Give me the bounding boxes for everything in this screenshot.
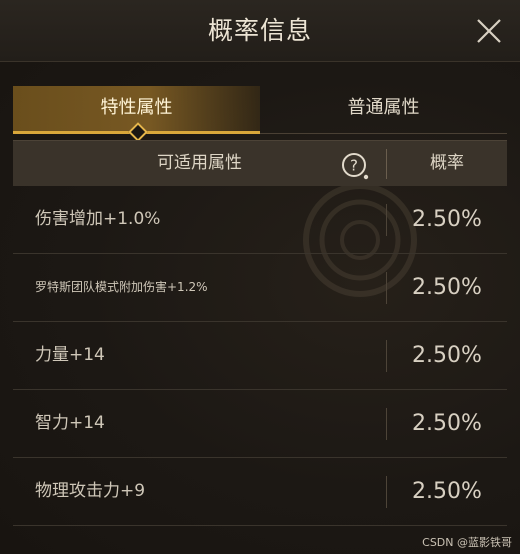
tab-normal-attributes[interactable]: 普通属性 [260,86,507,134]
header-probability: 概率 [430,153,464,173]
table-row: 物理攻击力+9 2.50% [13,458,507,526]
attribute-probability: 2.50% [412,207,482,232]
attribute-probability: 2.50% [412,411,482,436]
watermark-text: CSDN @蓝影铁哥 [422,536,512,549]
close-icon[interactable] [470,12,508,50]
header-attribute: 可适用属性 [13,141,386,187]
attribute-probability: 2.50% [412,343,482,368]
table-row: 智力+14 2.50% [13,390,507,458]
attribute-probability: 2.50% [412,275,482,300]
attribute-name: 罗特斯团队模式附加伤害+1.2% [35,280,208,294]
dialog-header: 概率信息 [0,0,520,62]
table-row: 力量+14 2.50% [13,322,507,390]
header-attribute-label: 可适用属性 [157,153,242,173]
attribute-probability: 2.50% [412,479,482,504]
dialog-title: 概率信息 [207,16,312,45]
attribute-list: 伤害增加+1.0% 2.50% 罗特斯团队模式附加伤害+1.2% 2.50% 力… [13,186,507,526]
svg-text:?: ? [350,157,358,175]
attribute-name: 伤害增加+1.0% [35,209,161,229]
table-row: 罗特斯团队模式附加伤害+1.2% 2.50% [13,254,507,322]
table-header: 可适用属性 ? 概率 [13,140,507,186]
attribute-name: 智力+14 [35,413,105,433]
tab-bar: 特性属性 普通属性 [13,86,507,134]
table-row: 伤害增加+1.0% 2.50% [13,186,507,254]
help-icon[interactable]: ? [340,151,370,181]
attribute-name: 力量+14 [35,345,105,365]
attribute-name: 物理攻击力+9 [35,481,146,501]
